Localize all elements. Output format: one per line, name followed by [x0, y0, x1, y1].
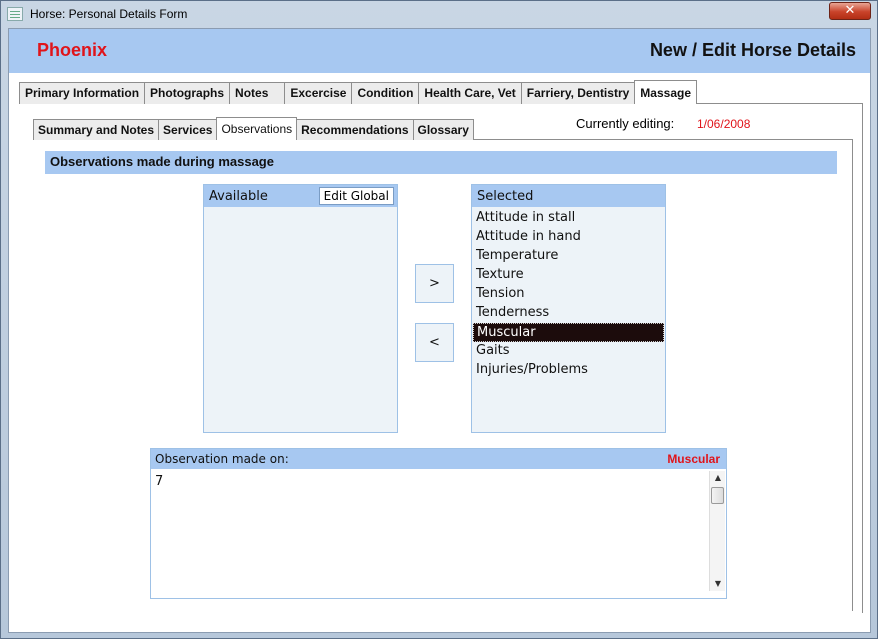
section-header: Observations made during massage: [45, 151, 837, 174]
list-item[interactable]: Tension: [473, 285, 664, 304]
tab-massage[interactable]: Massage: [634, 80, 697, 104]
sub-tabs: Summary and Notes Services Observations …: [33, 117, 474, 141]
tab-primary-information[interactable]: Primary Information: [19, 82, 146, 104]
edit-global-button[interactable]: Edit Global: [318, 187, 394, 205]
currently-editing-label: Currently editing:: [576, 116, 675, 131]
close-button[interactable]: ✕: [829, 2, 871, 20]
selected-listbox[interactable]: Selected Attitude in stall Attitude in ha…: [471, 184, 666, 433]
observation-header: Observation made on: Muscular: [151, 449, 726, 469]
observation-panel: Observation made on: Muscular 7 ▲ ▼: [150, 448, 727, 599]
form-title: New / Edit Horse Details: [649, 40, 856, 60]
list-item[interactable]: Texture: [473, 266, 664, 285]
list-item[interactable]: Tenderness: [473, 304, 664, 323]
title-bar[interactable]: Horse: Personal Details Form ✕: [1, 1, 877, 28]
form-client-area: Phoenix New / Edit Horse Details Primary…: [8, 28, 871, 633]
tab-farriery-dentistry[interactable]: Farriery, Dentistry: [520, 82, 636, 104]
remove-observation-button[interactable]: <: [415, 323, 454, 362]
scroll-up-arrow-icon[interactable]: ▲: [710, 471, 726, 485]
tab-condition[interactable]: Condition: [351, 82, 420, 104]
subtab-recommendations[interactable]: Recommendations: [296, 119, 414, 140]
scroll-down-arrow-icon[interactable]: ▼: [710, 577, 726, 591]
list-item[interactable]: Attitude in stall: [473, 209, 664, 228]
window-title: Horse: Personal Details Form: [30, 7, 188, 21]
tab-notes[interactable]: Notes: [229, 82, 286, 104]
list-item[interactable]: Injuries/Problems: [473, 361, 664, 380]
subtab-glossary[interactable]: Glossary: [412, 119, 474, 140]
list-item[interactable]: Attitude in hand: [473, 228, 664, 247]
selected-list-header: Selected: [472, 185, 665, 207]
subtab-summary-and-notes[interactable]: Summary and Notes: [33, 119, 160, 140]
available-list-header: Available Edit Global: [204, 185, 397, 207]
main-tabs: Primary Information Photographs Notes Ex…: [19, 80, 697, 104]
app-window: Horse: Personal Details Form ✕ Phoenix N…: [0, 0, 878, 639]
subtab-services[interactable]: Services: [158, 119, 218, 140]
subtab-observations[interactable]: Observations: [216, 117, 298, 140]
tab-health-care-vet[interactable]: Health Care, Vet: [418, 82, 522, 104]
list-item[interactable]: Temperature: [473, 247, 664, 266]
scroll-thumb[interactable]: [711, 487, 724, 504]
observation-current-item: Muscular: [667, 452, 720, 466]
list-item[interactable]: Muscular: [473, 323, 664, 342]
form-icon: [7, 7, 23, 21]
observation-label: Observation made on:: [155, 452, 289, 466]
selected-items: Attitude in stall Attitude in hand Tempera…: [473, 209, 664, 380]
form-header: Phoenix New / Edit Horse Details: [9, 29, 870, 73]
available-listbox[interactable]: Available Edit Global: [203, 184, 398, 433]
tab-photographs[interactable]: Photographs: [144, 82, 231, 104]
add-observation-button[interactable]: >: [415, 264, 454, 303]
horse-name: Phoenix: [37, 40, 108, 60]
list-item[interactable]: Gaits: [473, 342, 664, 361]
section-title: Observations made during massage: [50, 154, 274, 169]
observation-textarea[interactable]: 7: [155, 474, 163, 489]
selected-label: Selected: [477, 189, 534, 204]
tab-excercise[interactable]: Excercise: [284, 82, 353, 104]
currently-editing-date: 1/06/2008: [697, 117, 751, 131]
observation-scrollbar[interactable]: ▲ ▼: [709, 471, 725, 591]
available-label: Available: [209, 189, 268, 204]
